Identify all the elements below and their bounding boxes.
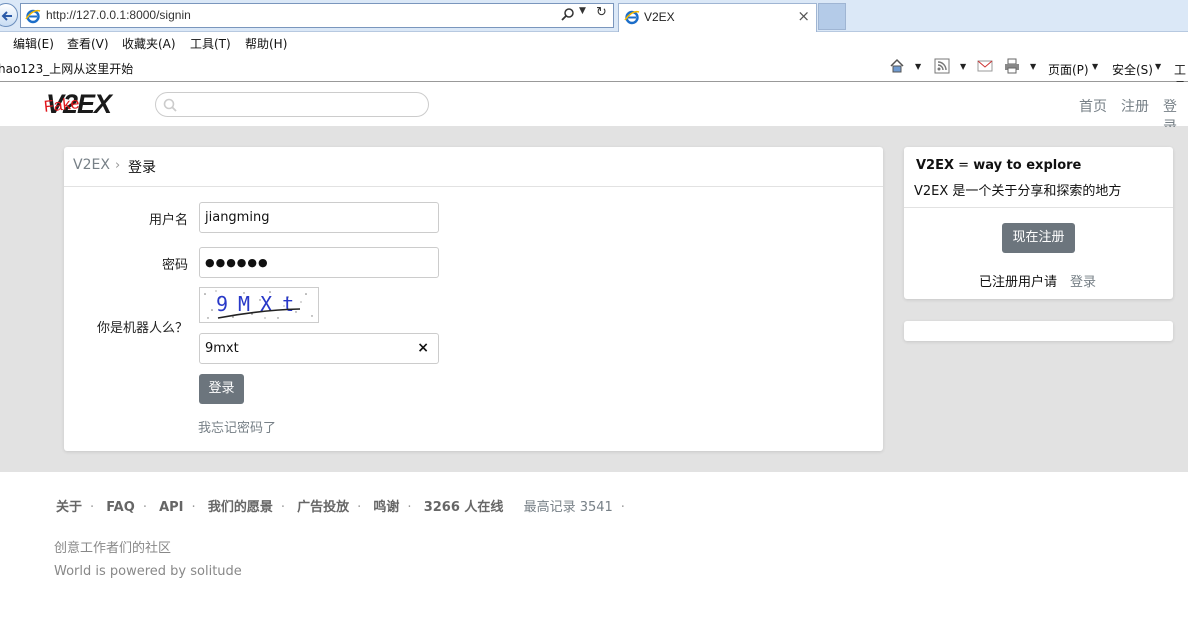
footer-link-ads[interactable]: 广告投放 [297,500,349,515]
breadcrumb-home[interactable]: V2EX [73,157,110,173]
sidebar-login-link[interactable]: 登录 [1070,271,1096,290]
home-icon[interactable] [889,58,905,74]
sidebar-title-tagline: way to explore [973,158,1082,173]
print-icon[interactable] [1004,58,1020,74]
menu-item-help[interactable]: 帮助(H) [245,35,287,52]
dropdown-arrow-icon[interactable]: ▼ [1092,62,1098,71]
page-menu[interactable]: 页面(P) [1048,61,1089,78]
logo-badge: Fake [43,95,81,116]
footer-link-faq[interactable]: FAQ [106,500,135,515]
menu-bar: 编辑(E) 查看(V) 收藏夹(A) 工具(T) 帮助(H) [0,32,1188,54]
footer-record: 最高记录 3541 [523,500,613,515]
search-box[interactable] [155,92,429,117]
safety-menu[interactable]: 安全(S) [1112,61,1153,78]
signin-button[interactable]: 登录 [199,374,244,404]
sidebar-title-brand: V2EX [916,158,955,173]
nav-signup[interactable]: 注册 [1121,96,1149,116]
dropdown-arrow-icon[interactable]: ▼ [915,62,921,71]
search-icon [163,98,177,112]
registered-user-text: 已注册用户请 [979,275,1058,290]
dropdown-arrow-icon[interactable]: ▼ [579,6,586,16]
new-tab-button[interactable] [818,3,846,30]
footer-link-thanks[interactable]: 鸣谢 [373,500,399,515]
footer-link-vision[interactable]: 我们的愿景 [208,500,273,515]
refresh-icon[interactable]: ↻ [596,5,607,20]
divider [904,207,1173,208]
sidebar-title-eq: = [954,158,974,173]
menu-item-edit[interactable]: 编辑(E) [13,35,54,52]
clear-icon[interactable]: × [417,334,429,363]
password-field[interactable]: ●●●●●● [199,247,439,278]
footer-online-count[interactable]: 3266 人在线 [424,500,504,515]
search-input[interactable] [182,96,420,114]
captcha-image[interactable]: 9MXt [199,287,319,323]
mail-icon[interactable] [977,58,993,74]
menu-item-view[interactable]: 查看(V) [67,35,109,52]
menu-item-favorites[interactable]: 收藏夹(A) [122,35,176,52]
close-icon[interactable]: × [797,7,810,25]
sidebar-description: V2EX 是一个关于分享和探索的地方 [914,184,1122,199]
ie-logo-icon [25,9,41,24]
breadcrumb-current: 登录 [128,160,156,176]
search-icon[interactable] [561,7,575,25]
captcha-field[interactable]: 9mxt × [199,333,439,364]
nav-home[interactable]: 首页 [1079,96,1107,116]
password-label: 密码 [161,258,188,273]
captcha-graphic: 9MXt [204,290,313,319]
footer-links: 关于 · FAQ · API · 我们的愿景 · 广告投放 · 鸣谢 · 3266 人在线 … [56,500,625,515]
sidebar-title: V2EX = way to explore [916,158,1081,173]
captcha-label: 你是机器人么？ [96,321,188,336]
username-field[interactable]: jiangming [199,202,439,233]
dropdown-arrow-icon[interactable]: ▼ [1155,62,1161,71]
favorite-link-hao123[interactable]: hao123_上网从这里开始 [0,60,133,77]
footer-powered: World is powered by solitude [54,564,242,579]
site-header: V2EX Fake 首页 注册 登录 [0,82,1188,135]
back-button[interactable] [0,3,18,27]
username-label: 用户名 [148,213,188,228]
chevron-right-icon: › [115,158,121,173]
ie-logo-icon [624,10,640,25]
footer-link-about[interactable]: 关于 [56,500,82,515]
signup-now-button[interactable]: 现在注册 [1002,223,1075,253]
signin-panel: V2EX › 登录 用户名 jiangming 密码 ●●●●●● 你是机器人么… [64,147,883,451]
footer-tagline: 创意工作者们的社区 [54,541,172,556]
tab-title: V2EX [644,10,675,24]
address-url[interactable]: http://127.0.0.1:8000/signin [46,8,191,22]
breadcrumb: V2EX › 登录 [64,147,883,187]
back-arrow-icon [1,11,12,21]
address-bar[interactable]: http://127.0.0.1:8000/signin ▼ ↻ [20,3,614,28]
menu-item-tools[interactable]: 工具(T) [190,35,231,52]
footer: 关于 · FAQ · API · 我们的愿景 · 广告投放 · 鸣谢 · 3266 人在线 … [0,472,1188,617]
captcha-value: 9mxt [205,341,239,356]
footer-link-api[interactable]: API [159,500,183,515]
browser-top-bar: http://127.0.0.1:8000/signin ▼ ↻ V2EX × [0,0,1188,32]
dropdown-arrow-icon[interactable]: ▼ [1030,62,1036,71]
forgot-password-link[interactable]: 我忘记密码了 [198,417,276,436]
content-wrapper: V2EX › 登录 用户名 jiangming 密码 ●●●●●● 你是机器人么… [0,127,1188,472]
sidebar-welcome-box: V2EX = way to explore V2EX 是一个关于分享和探索的地方… [904,147,1173,299]
site-logo[interactable]: V2EX Fake [43,89,136,119]
rss-feed-icon[interactable] [934,58,950,74]
dropdown-arrow-icon[interactable]: ▼ [960,62,966,71]
tab-v2ex[interactable]: V2EX × [618,3,817,32]
sidebar-empty-box [904,321,1173,341]
favorites-bar: hao123_上网从这里开始 ▼ ▼ ▼ 页面(P) ▼ 安全(S) ▼ 工具 [0,54,1188,94]
